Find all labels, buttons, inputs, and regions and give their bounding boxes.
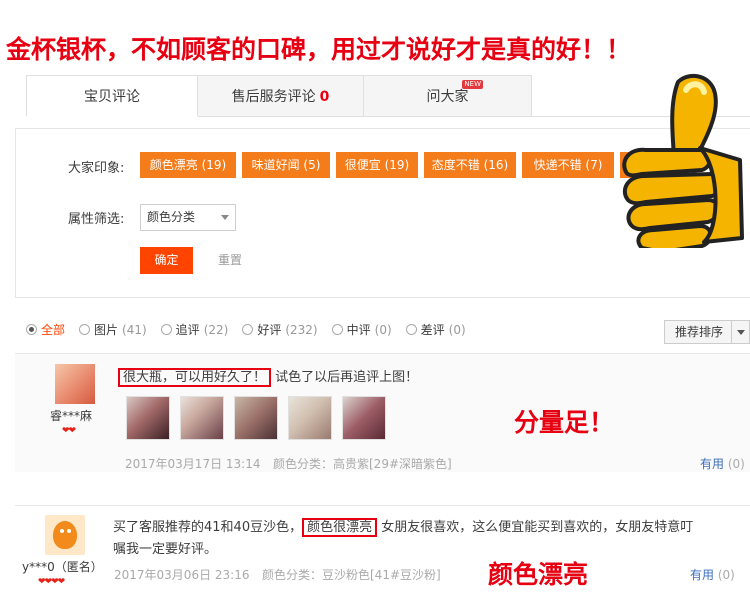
highlight-box: 很大瓶，可以用好久了！ [118,368,272,387]
review-image[interactable] [342,396,386,440]
useful-count: (0) [727,457,745,471]
tag-color-pretty[interactable]: 颜色漂亮 (19) [140,152,236,178]
mascot-icon [53,521,77,549]
tag-good-delivery[interactable]: 快递不错 (7) [522,152,614,178]
tag-cheap[interactable]: 很便宜 (19) [336,152,418,178]
radio-label: 图片 [94,323,119,337]
sort-label: 推荐排序 [675,325,724,339]
radio-images[interactable]: 图片 (41) [79,321,147,338]
useful-count: (0) [717,568,735,582]
tab-label: 问大家 [426,89,469,105]
radio-label: 差评 [420,323,445,337]
select-value: 颜色分类 [147,210,196,224]
review-sku: 颜色分类：高贵紫[29#深暗紫色] [273,457,452,471]
radio-icon [405,324,417,335]
radio-count: (41) [122,322,147,337]
reset-button[interactable]: 重置 [218,247,242,274]
chevron-down-icon [731,321,749,343]
username[interactable]: y***0（匿名） [22,558,103,575]
review-image[interactable] [234,396,278,440]
review-image[interactable] [288,396,332,440]
avatar[interactable] [45,515,85,555]
avatar[interactable] [55,364,95,404]
promo-banner: 金杯银杯，不如顾客的口碑，用过才说好才是真的好！！ [6,35,632,64]
radio-icon [160,324,172,335]
sort-dropdown[interactable]: 推荐排序 [664,320,750,344]
radio-label: 中评 [346,323,371,337]
tab-label: 售后服务评论 [231,89,316,105]
tag-smell-good[interactable]: 味道好闻 (5) [242,152,330,178]
review-date: 2017年03月06日 23:16 [114,568,250,582]
attr-filter-label: 属性筛选: [68,212,125,227]
useful-label: 有用 [700,457,725,471]
useful-button[interactable]: 有用 (0) [690,566,735,583]
radio-count: (0) [374,322,392,337]
radio-count: (22) [203,322,229,337]
useful-button[interactable]: 有用 (0) [700,455,745,472]
tab-ask-all[interactable]: 问大家 NEW [364,75,532,117]
tab-after-sales[interactable]: 售后服务评论 0 [198,75,364,117]
review-image[interactable] [180,396,224,440]
new-badge: NEW [462,80,483,89]
divider [15,505,750,506]
radio-icon [26,324,37,335]
thumbs-up-icon [622,73,744,248]
impression-label: 大家印象: [68,161,125,176]
review-text: 买了客服推荐的41和40豆沙色， 颜色很漂亮 女朋友很喜欢，这么便宜能买到喜欢的，… [113,516,694,537]
tab-label: 宝贝评论 [84,89,140,105]
radio-icon [242,324,254,335]
annotation-text: 分量足！ [514,408,615,437]
confirm-button[interactable]: 确定 [140,247,193,274]
eye-icon [60,529,64,533]
review-type-filter: 全部 图片 (41) 追评 (22) 好评 (232) 中评 (0) 差评 (0) [26,321,480,338]
chevron-down-icon [221,215,229,220]
highlight-box: 颜色很漂亮 [302,518,378,537]
review-date: 2017年03月17日 13:14 [125,457,261,471]
radio-all[interactable]: 全部 [26,321,65,338]
review-sku: 颜色分类：豆沙粉色[41#豆沙粉] [262,568,441,582]
review-text-part: 女朋友很喜欢，这么便宜能买到喜欢的，女朋友特意叮 [381,520,694,535]
tag-good-attitude[interactable]: 态度不错 (16) [424,152,516,178]
annotation-text: 颜色漂亮 [488,560,589,589]
review-tabs: 宝贝评论 售后服务评论 0 问大家 NEW [26,75,532,117]
radio-followup[interactable]: 追评 (22) [160,321,229,338]
reputation-hearts-icon: ❤❤ [62,426,76,436]
username[interactable]: 睿***麻 [50,407,92,424]
radio-neutral[interactable]: 中评 (0) [331,321,392,338]
review-text-rest: 试色了以后再追评上图！ [275,370,419,385]
reputation-hearts-icon: ❤❤❤❤ [38,577,65,587]
radio-label: 全部 [41,323,66,337]
radio-icon [79,324,91,335]
review-text-part: 买了客服推荐的41和40豆沙色， [113,520,303,535]
radio-positive[interactable]: 好评 (232) [242,321,318,338]
tab-item-reviews[interactable]: 宝贝评论 [26,75,198,117]
radio-label: 好评 [257,323,282,337]
useful-label: 有用 [690,568,715,582]
eye-icon [67,529,71,533]
tab-count: 0 [319,89,330,105]
radio-icon [331,324,343,335]
radio-count: (232) [285,322,318,337]
review-images [126,396,396,440]
radio-label: 追评 [175,323,200,337]
review-text: 很大瓶，可以用好久了！ 试色了以后再追评上图！ [118,366,419,387]
color-select[interactable]: 颜色分类 [140,204,236,231]
review-image[interactable] [126,396,170,440]
radio-count: (0) [448,322,466,337]
review-text-line2: 嘱我一定要好评。 [113,542,218,557]
radio-negative[interactable]: 差评 (0) [405,321,466,338]
